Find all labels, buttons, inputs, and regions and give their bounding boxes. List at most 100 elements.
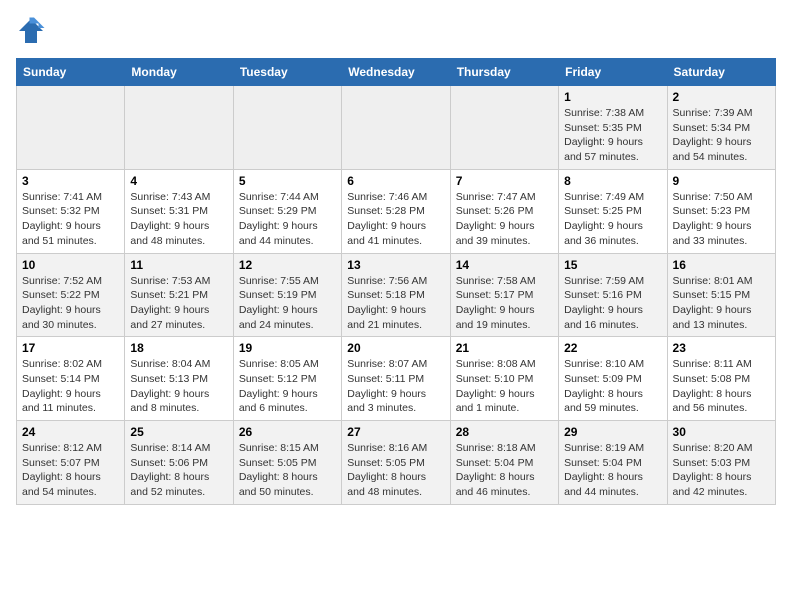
- calendar-day-cell: 14 Sunrise: 7:58 AM Sunset: 5:17 PM Dayli…: [450, 253, 558, 337]
- calendar-day-cell: 16 Sunrise: 8:01 AM Sunset: 5:15 PM Dayli…: [667, 253, 775, 337]
- calendar-day-cell: 26Sunrise: 8:15 AM Sunset: 5:05 PM Dayli…: [233, 421, 341, 505]
- weekday-header: Sunday: [17, 59, 125, 86]
- day-info: Sunrise: 8:15 AM Sunset: 5:05 PM Dayligh…: [239, 441, 336, 500]
- day-info: Sunrise: 8:08 AM Sunset: 5:10 PM Dayligh…: [456, 357, 553, 416]
- calendar-day-cell: 3 Sunrise: 7:41 AM Sunset: 5:32 PM Daylig…: [17, 169, 125, 253]
- day-number: 21: [456, 341, 553, 355]
- day-info: Sunrise: 8:05 AM Sunset: 5:12 PM Dayligh…: [239, 357, 336, 416]
- weekday-header: Friday: [559, 59, 667, 86]
- calendar-day-cell: 18 Sunrise: 8:04 AM Sunset: 5:13 PM Dayli…: [125, 337, 233, 421]
- day-number: 5: [239, 174, 336, 188]
- day-info: Sunrise: 8:19 AM Sunset: 5:04 PM Dayligh…: [564, 441, 661, 500]
- logo-icon: [16, 16, 46, 46]
- day-number: 23: [673, 341, 770, 355]
- calendar-day-cell: 15 Sunrise: 7:59 AM Sunset: 5:16 PM Dayli…: [559, 253, 667, 337]
- day-number: 1: [564, 90, 661, 104]
- day-number: 17: [22, 341, 119, 355]
- calendar-week-row: 1 Sunrise: 7:38 AM Sunset: 5:35 PM Daylig…: [17, 86, 776, 170]
- calendar-day-cell: 20 Sunrise: 8:07 AM Sunset: 5:11 PM Dayli…: [342, 337, 450, 421]
- day-info: Sunrise: 7:46 AM Sunset: 5:28 PM Dayligh…: [347, 190, 444, 249]
- day-number: 19: [239, 341, 336, 355]
- weekday-header: Monday: [125, 59, 233, 86]
- day-number: 18: [130, 341, 227, 355]
- calendar-day-cell: 6 Sunrise: 7:46 AM Sunset: 5:28 PM Daylig…: [342, 169, 450, 253]
- day-number: 22: [564, 341, 661, 355]
- calendar-day-cell: 12 Sunrise: 7:55 AM Sunset: 5:19 PM Dayli…: [233, 253, 341, 337]
- calendar-day-cell: 4 Sunrise: 7:43 AM Sunset: 5:31 PM Daylig…: [125, 169, 233, 253]
- day-info: Sunrise: 8:20 AM Sunset: 5:03 PM Dayligh…: [673, 441, 770, 500]
- day-number: 20: [347, 341, 444, 355]
- day-number: 8: [564, 174, 661, 188]
- calendar-day-cell: 28Sunrise: 8:18 AM Sunset: 5:04 PM Dayli…: [450, 421, 558, 505]
- day-number: 13: [347, 258, 444, 272]
- weekday-header-row: SundayMondayTuesdayWednesdayThursdayFrid…: [17, 59, 776, 86]
- day-info: Sunrise: 8:14 AM Sunset: 5:06 PM Dayligh…: [130, 441, 227, 500]
- day-info: Sunrise: 7:39 AM Sunset: 5:34 PM Dayligh…: [673, 106, 770, 165]
- day-number: 29: [564, 425, 661, 439]
- calendar-day-cell: 30 Sunrise: 8:20 AM Sunset: 5:03 PM Dayli…: [667, 421, 775, 505]
- day-info: Sunrise: 7:47 AM Sunset: 5:26 PM Dayligh…: [456, 190, 553, 249]
- day-number: 2: [673, 90, 770, 104]
- calendar-day-cell: 8 Sunrise: 7:49 AM Sunset: 5:25 PM Daylig…: [559, 169, 667, 253]
- weekday-header: Tuesday: [233, 59, 341, 86]
- day-number: 3: [22, 174, 119, 188]
- calendar-day-cell: 19 Sunrise: 8:05 AM Sunset: 5:12 PM Dayli…: [233, 337, 341, 421]
- day-info: Sunrise: 7:50 AM Sunset: 5:23 PM Dayligh…: [673, 190, 770, 249]
- calendar-day-cell: [450, 86, 558, 170]
- calendar-table: SundayMondayTuesdayWednesdayThursdayFrid…: [16, 58, 776, 505]
- calendar-day-cell: [342, 86, 450, 170]
- weekday-header: Saturday: [667, 59, 775, 86]
- calendar-day-cell: 21 Sunrise: 8:08 AM Sunset: 5:10 PM Dayli…: [450, 337, 558, 421]
- day-info: Sunrise: 7:58 AM Sunset: 5:17 PM Dayligh…: [456, 274, 553, 333]
- day-number: 25: [130, 425, 227, 439]
- calendar-week-row: 10Sunrise: 7:52 AM Sunset: 5:22 PM Dayli…: [17, 253, 776, 337]
- calendar-day-cell: 13 Sunrise: 7:56 AM Sunset: 5:18 PM Dayli…: [342, 253, 450, 337]
- day-number: 16: [673, 258, 770, 272]
- day-info: Sunrise: 7:56 AM Sunset: 5:18 PM Dayligh…: [347, 274, 444, 333]
- day-info: Sunrise: 7:41 AM Sunset: 5:32 PM Dayligh…: [22, 190, 119, 249]
- calendar-day-cell: 25 Sunrise: 8:14 AM Sunset: 5:06 PM Dayli…: [125, 421, 233, 505]
- day-info: Sunrise: 7:49 AM Sunset: 5:25 PM Dayligh…: [564, 190, 661, 249]
- calendar-day-cell: 27Sunrise: 8:16 AM Sunset: 5:05 PM Dayli…: [342, 421, 450, 505]
- calendar-day-cell: 24 Sunrise: 8:12 AM Sunset: 5:07 PM Dayli…: [17, 421, 125, 505]
- day-info: Sunrise: 7:38 AM Sunset: 5:35 PM Dayligh…: [564, 106, 661, 165]
- day-info: Sunrise: 8:01 AM Sunset: 5:15 PM Dayligh…: [673, 274, 770, 333]
- day-info: Sunrise: 8:16 AM Sunset: 5:05 PM Dayligh…: [347, 441, 444, 500]
- calendar-week-row: 3 Sunrise: 7:41 AM Sunset: 5:32 PM Daylig…: [17, 169, 776, 253]
- calendar-day-cell: 10Sunrise: 7:52 AM Sunset: 5:22 PM Dayli…: [17, 253, 125, 337]
- calendar-week-row: 17Sunrise: 8:02 AM Sunset: 5:14 PM Dayli…: [17, 337, 776, 421]
- day-info: Sunrise: 8:07 AM Sunset: 5:11 PM Dayligh…: [347, 357, 444, 416]
- weekday-header: Thursday: [450, 59, 558, 86]
- day-number: 12: [239, 258, 336, 272]
- day-number: 14: [456, 258, 553, 272]
- calendar-day-cell: 5Sunrise: 7:44 AM Sunset: 5:29 PM Daylig…: [233, 169, 341, 253]
- day-number: 6: [347, 174, 444, 188]
- page-header: [16, 16, 776, 46]
- logo: [16, 16, 50, 46]
- day-info: Sunrise: 8:12 AM Sunset: 5:07 PM Dayligh…: [22, 441, 119, 500]
- day-info: Sunrise: 8:10 AM Sunset: 5:09 PM Dayligh…: [564, 357, 661, 416]
- calendar-day-cell: [17, 86, 125, 170]
- calendar-day-cell: [125, 86, 233, 170]
- day-number: 24: [22, 425, 119, 439]
- day-number: 11: [130, 258, 227, 272]
- day-info: Sunrise: 7:55 AM Sunset: 5:19 PM Dayligh…: [239, 274, 336, 333]
- calendar-day-cell: 2 Sunrise: 7:39 AM Sunset: 5:34 PM Daylig…: [667, 86, 775, 170]
- day-info: Sunrise: 8:11 AM Sunset: 5:08 PM Dayligh…: [673, 357, 770, 416]
- calendar-day-cell: 11 Sunrise: 7:53 AM Sunset: 5:21 PM Dayli…: [125, 253, 233, 337]
- calendar-day-cell: 29 Sunrise: 8:19 AM Sunset: 5:04 PM Dayli…: [559, 421, 667, 505]
- day-info: Sunrise: 7:53 AM Sunset: 5:21 PM Dayligh…: [130, 274, 227, 333]
- calendar-day-cell: 22 Sunrise: 8:10 AM Sunset: 5:09 PM Dayli…: [559, 337, 667, 421]
- calendar-day-cell: [233, 86, 341, 170]
- day-number: 28: [456, 425, 553, 439]
- calendar-day-cell: 23 Sunrise: 8:11 AM Sunset: 5:08 PM Dayli…: [667, 337, 775, 421]
- day-info: Sunrise: 8:04 AM Sunset: 5:13 PM Dayligh…: [130, 357, 227, 416]
- day-info: Sunrise: 7:43 AM Sunset: 5:31 PM Dayligh…: [130, 190, 227, 249]
- day-number: 30: [673, 425, 770, 439]
- day-number: 4: [130, 174, 227, 188]
- day-info: Sunrise: 7:52 AM Sunset: 5:22 PM Dayligh…: [22, 274, 119, 333]
- calendar-day-cell: 1 Sunrise: 7:38 AM Sunset: 5:35 PM Daylig…: [559, 86, 667, 170]
- day-info: Sunrise: 7:59 AM Sunset: 5:16 PM Dayligh…: [564, 274, 661, 333]
- day-number: 15: [564, 258, 661, 272]
- calendar-day-cell: 9Sunrise: 7:50 AM Sunset: 5:23 PM Daylig…: [667, 169, 775, 253]
